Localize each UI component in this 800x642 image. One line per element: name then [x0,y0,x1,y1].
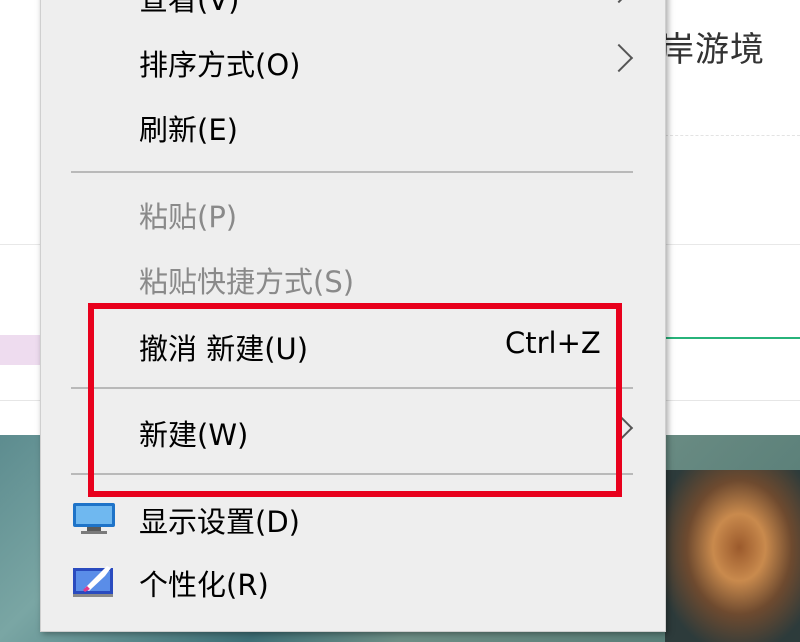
menu-item-paste: 粘贴(P) [41,186,665,242]
menu-item-label: 粘贴快捷方式(S) [139,265,355,299]
chevron-right-icon [604,0,634,4]
chevron-right-icon [604,43,634,73]
display-settings-icon [73,503,115,534]
menu-item-label: 个性化(R) [139,568,269,602]
menu-item-label: 粘贴(P) [139,200,238,234]
menu-item-view[interactable]: 查看(V) [41,0,665,25]
menu-item-paste-shortcut: 粘贴快捷方式(S) [41,251,665,307]
menu-item-display-settings[interactable]: 显示设置(D) [41,491,665,547]
personalize-icon [73,566,113,597]
menu-item-label: 显示设置(D) [139,505,300,539]
window-title-fragment: 岸游境 [660,30,765,70]
menu-item-sort-by[interactable]: 排序方式(O) [41,34,665,90]
menu-item-personalize[interactable]: 个性化(R) [41,554,665,610]
menu-item-label: 查看(V) [139,0,240,17]
menu-item-label: 刷新(E) [139,113,238,147]
menu-item-refresh[interactable]: 刷新(E) [41,99,665,155]
desktop-wallpaper-detail [665,470,800,642]
menu-item-label: 排序方式(O) [139,48,301,82]
annotation-highlight-box [88,303,622,497]
menu-separator [71,171,633,173]
pink-strip [0,335,40,365]
green-underline [665,337,800,339]
divider [665,135,800,136]
